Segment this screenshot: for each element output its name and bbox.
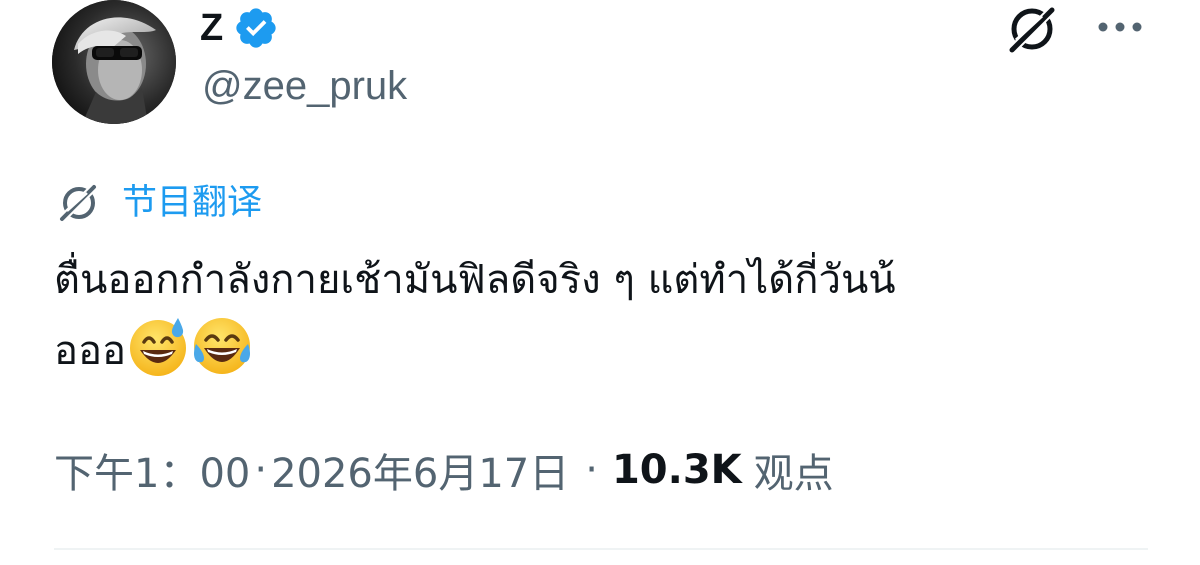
tweet-text-line-2: อออ [54,314,1154,385]
tweet-time[interactable]: 下午1：00 [54,441,250,499]
tweet-text-line-1: ตื่นออกกำลังกายเช้ามันฟิลดีจริง ๆ แต่ทำไ… [54,257,896,303]
grok-translate-icon [54,181,102,225]
tweet-text: ตื่นออกกำลังกายเช้ามันฟิลดีจริง ๆ แต่ทำไ… [54,246,1154,385]
tweet-meta-row: 下午1：00 · 2026年6月17日 · 10.3K 观点 [54,440,834,500]
translate-label[interactable]: 节目翻译 [122,185,262,221]
grok-icon[interactable] [1002,2,1060,57]
divider [54,548,1148,550]
author-display-name[interactable]: Z [200,9,223,47]
verified-badge-icon[interactable] [233,5,279,51]
avatar[interactable] [52,0,176,124]
translate-post-button[interactable]: 节目翻译 [54,178,262,228]
meta-separator-2: · [585,447,598,493]
author-handle[interactable]: @zee_pruk [202,66,407,106]
face-with-tears-of-joy-emoji [190,314,254,378]
tweet-date[interactable]: 2026年6月17日 [271,441,569,499]
tweet-text-line-2-text: อออ [54,328,127,374]
views-label[interactable]: 观点 [754,441,834,499]
views-count[interactable]: 10.3K [612,447,742,493]
meta-separator: · [254,447,268,493]
grinning-face-with-sweat-emoji [126,314,190,378]
avatar-image [52,0,176,124]
more-horizontal-icon[interactable] [1094,12,1146,42]
author-name-row[interactable]: Z [200,2,279,54]
